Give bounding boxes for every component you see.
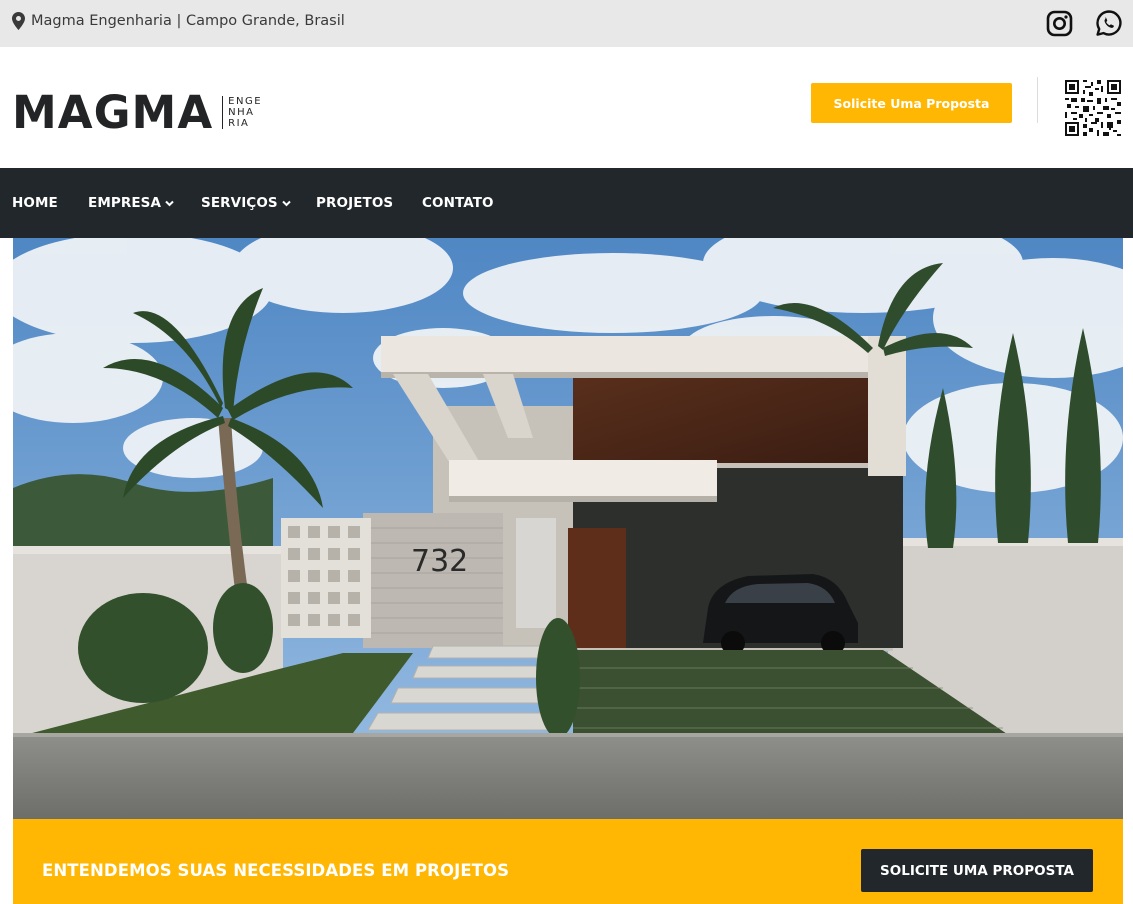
instagram-link[interactable]: [1044, 8, 1074, 38]
chevron-down-icon: [165, 200, 174, 206]
whatsapp-link[interactable]: [1094, 8, 1124, 38]
nav-projetos[interactable]: PROJETOS: [316, 195, 393, 211]
site-header: MAGMA ENGE NHA RIA Solicite Uma Proposta: [0, 47, 1133, 168]
qr-code-icon[interactable]: [1065, 80, 1121, 136]
location-info: Magma Engenharia | Campo Grande, Brasil: [12, 11, 345, 31]
nav-home[interactable]: HOME: [12, 195, 58, 211]
logo-subtitle: ENGE NHA RIA: [222, 96, 262, 129]
magma-logo[interactable]: MAGMA ENGE NHA RIA: [12, 90, 262, 135]
nav-empresa-label: EMPRESA: [88, 195, 162, 211]
cta-banner: ENTENDEMOS SUAS NECESSIDADES EM PROJETOS…: [13, 819, 1123, 904]
chevron-down-icon: [282, 200, 291, 206]
location-text: Magma Engenharia | Campo Grande, Brasil: [31, 13, 345, 29]
nav-projetos-label: PROJETOS: [316, 195, 394, 211]
logo-wordmark: MAGMA: [12, 86, 214, 139]
logo-sub-line-1: ENGE: [228, 96, 263, 107]
house-number: 732: [411, 544, 468, 579]
banner-headline: ENTENDEMOS SUAS NECESSIDADES EM PROJETOS: [42, 861, 510, 880]
hero-image: 732: [13, 238, 1123, 819]
main-nav: HOME EMPRESA SERVIÇOS PROJETOS CONTATO: [0, 168, 1133, 238]
nav-servicos[interactable]: SERVIÇOS: [201, 195, 291, 211]
logo-sub-line-2: NHA: [228, 107, 255, 118]
car: [703, 574, 858, 655]
top-bar: Magma Engenharia | Campo Grande, Brasil: [0, 0, 1133, 47]
map-pin-icon: [12, 12, 25, 30]
request-proposal-button[interactable]: Solicite Uma Proposta: [811, 83, 1012, 123]
whatsapp-icon: [1096, 10, 1122, 36]
banner-proposal-button[interactable]: SOLICITE UMA PROPOSTA: [861, 849, 1093, 892]
nav-home-label: HOME: [12, 195, 58, 211]
header-divider: [1037, 77, 1038, 123]
nav-contato[interactable]: CONTATO: [422, 195, 494, 211]
instagram-icon: [1046, 10, 1072, 36]
logo-sub-line-3: RIA: [228, 118, 250, 129]
nav-contato-label: CONTATO: [422, 195, 494, 211]
nav-empresa[interactable]: EMPRESA: [88, 195, 174, 211]
nav-servicos-label: SERVIÇOS: [201, 195, 278, 211]
hero-house-illustration: 732: [13, 238, 1123, 819]
